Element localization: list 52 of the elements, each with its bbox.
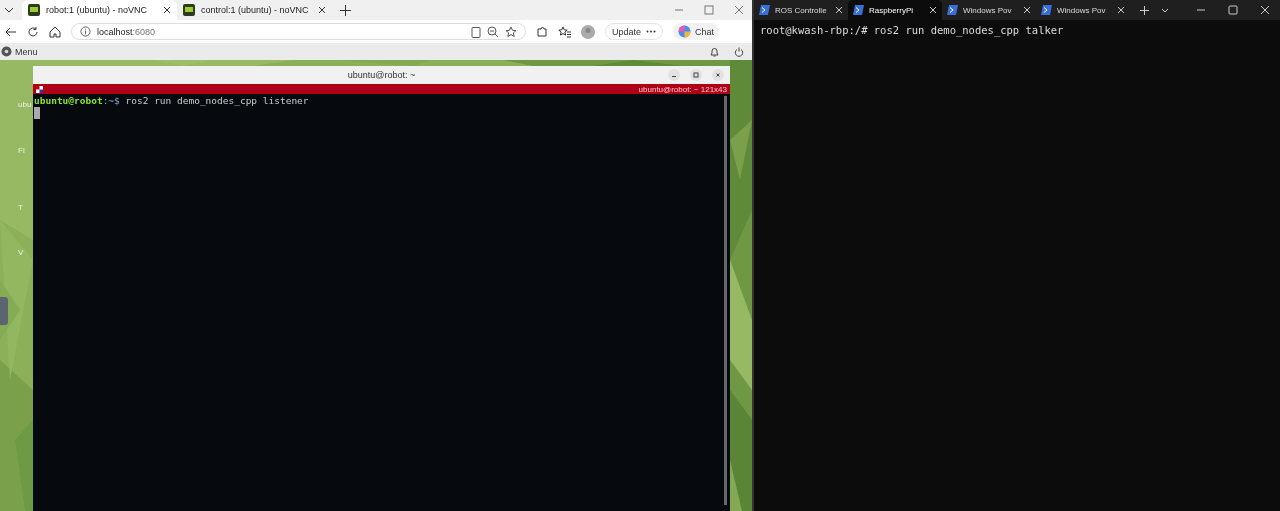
- text-cursor: [34, 107, 40, 119]
- tab-title: Windows Pov: [1057, 5, 1107, 15]
- tab-list-icon[interactable]: [4, 5, 14, 15]
- dropdown-icon[interactable]: [1161, 6, 1169, 14]
- close-icon[interactable]: [318, 6, 326, 14]
- tab-title: control:1 (ubuntu) - noVNC: [201, 5, 310, 15]
- terminal-tab[interactable]: RaspberryPi: [848, 0, 942, 20]
- maximize-icon[interactable]: [1228, 5, 1238, 15]
- clipboard-icon[interactable]: [471, 25, 481, 38]
- tab-title: RaspberryPi: [869, 5, 914, 15]
- more-icon: [646, 30, 657, 33]
- tab-title: robot:1 (ubuntu) - noVNC: [46, 5, 149, 15]
- copilot-icon: [678, 25, 692, 38]
- powershell-icon: [947, 5, 958, 15]
- minimize-icon[interactable]: [668, 69, 680, 81]
- reload-icon[interactable]: [27, 25, 39, 38]
- back-icon[interactable]: [5, 25, 17, 38]
- zoom-out-icon[interactable]: [487, 25, 499, 38]
- command-line: root@kwash-rbp:/# ros2 run demo_nodes_cpp talker: [760, 24, 1065, 36]
- tab-favicon: [183, 4, 195, 16]
- terminal-tab[interactable]: Windows Pov: [1036, 0, 1130, 20]
- chat-button[interactable]: Chat: [673, 23, 720, 40]
- close-icon[interactable]: [163, 6, 171, 14]
- powershell-icon: [759, 5, 770, 15]
- terminal-tab[interactable]: Windows Pov: [942, 0, 1036, 20]
- menu-label[interactable]: Menu: [15, 46, 38, 57]
- url-text: localhost:6080: [97, 26, 156, 37]
- terminal-subtitle: ubuntu@robot: ~ 121x43: [638, 84, 727, 94]
- new-tab-icon[interactable]: [340, 4, 351, 16]
- star-icon[interactable]: [505, 25, 517, 38]
- avatar-icon[interactable]: [581, 24, 595, 39]
- scrollbar[interactable]: [724, 96, 727, 505]
- command-line: ubuntu@robot:~$ ros2 run demo_nodes_cpp listener: [34, 95, 310, 106]
- maximize-icon[interactable]: [690, 69, 702, 81]
- powershell-icon: [1041, 5, 1052, 15]
- close-icon[interactable]: [712, 69, 724, 81]
- browser-tab[interactable]: robot:1 (ubuntu) - noVNC: [22, 0, 177, 20]
- update-button[interactable]: Update: [605, 23, 664, 40]
- tab-title: Windows Pov: [963, 5, 1013, 15]
- browser-tab[interactable]: control:1 (ubuntu) - noVNC: [177, 0, 332, 20]
- tab-favicon: [28, 4, 40, 16]
- tab-title: ROS Controlle: [775, 5, 828, 15]
- home-icon[interactable]: [49, 25, 61, 38]
- bell-icon[interactable]: [710, 46, 719, 57]
- favorites-icon[interactable]: [558, 25, 571, 38]
- app-icon: [36, 85, 43, 93]
- power-icon[interactable]: [734, 46, 744, 57]
- terminal-tab[interactable]: ROS Controlle: [754, 0, 848, 20]
- menu-logo-icon[interactable]: [1, 46, 12, 57]
- powershell-icon: [853, 5, 864, 15]
- window-title: ubuntu@robot: ~: [347, 70, 416, 80]
- info-icon: [80, 26, 91, 37]
